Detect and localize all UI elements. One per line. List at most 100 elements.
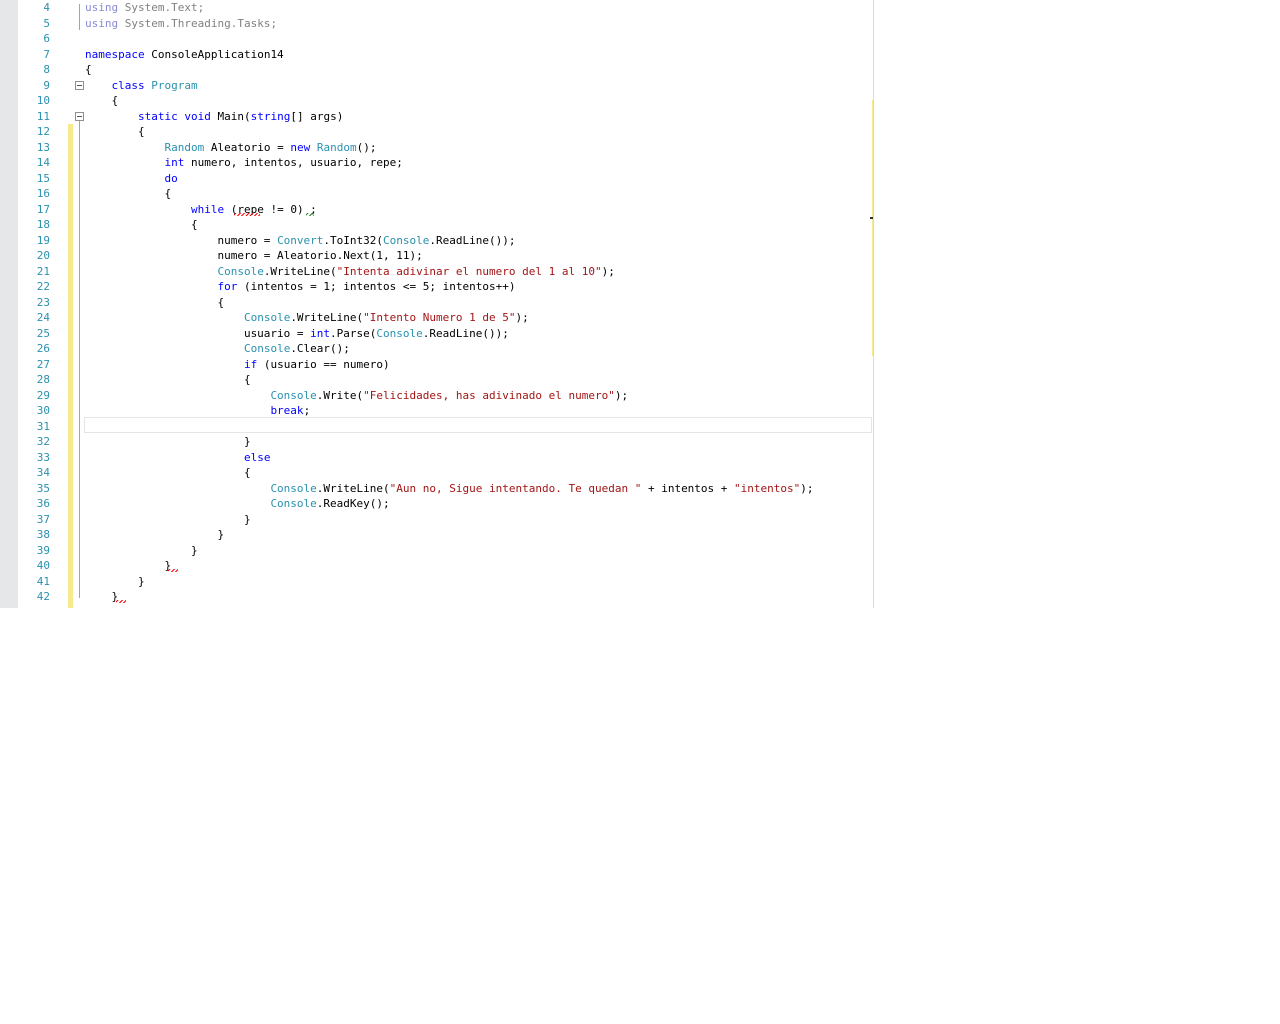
code-token: "intentos" [734, 481, 801, 495]
code-editor[interactable]: using System.Text; using System.Threading… [0, 0, 874, 608]
line-number: 9 [43, 78, 50, 92]
code-line[interactable]: } [85, 589, 118, 605]
code-token: int [310, 326, 331, 340]
code-line[interactable]: } [85, 543, 198, 559]
code-token: Random [316, 140, 357, 154]
code-token: class [111, 78, 145, 92]
outline-guide [79, 4, 80, 30]
code-line[interactable]: while (repe != 0) ; [85, 202, 317, 218]
code-token: { [85, 125, 145, 138]
line-number: 26 [36, 342, 50, 355]
code-line[interactable]: } [85, 434, 251, 450]
code-token: Console [270, 497, 317, 510]
code-line[interactable]: Console.WriteLine("Intento Numero 1 de 5… [85, 310, 529, 326]
code-token: numero = [85, 233, 278, 247]
code-line[interactable]: { [85, 62, 92, 78]
code-line[interactable]: else [85, 450, 271, 466]
code-line[interactable]: using System.Threading.Tasks; [85, 16, 277, 32]
line-number: 39 [36, 543, 50, 557]
code-line[interactable]: numero = Aleatorio.Next(1, 11); [85, 248, 422, 264]
code-token: { [85, 94, 119, 107]
code-line[interactable]: using System.Text; [85, 0, 204, 16]
code-token: ); [800, 481, 814, 495]
collapse-class-icon[interactable] [75, 81, 84, 90]
code-token: do [164, 171, 178, 185]
code-line[interactable]: Console.Clear(); [85, 341, 350, 357]
code-line[interactable]: static void Main(string[] args) [85, 109, 343, 125]
line-number: 31 [36, 419, 50, 433]
code-token: Console [243, 311, 291, 324]
code-token: (intentos = 1; intentos <= 5; intentos++… [237, 280, 516, 293]
error-squiggle [116, 600, 126, 603]
code-line[interactable]: do [85, 171, 178, 187]
code-token: [] args) [290, 109, 344, 123]
code-token: else [243, 450, 271, 464]
code-line[interactable]: numero = Convert.ToInt32(Console.ReadLin… [85, 233, 515, 249]
code-token: Console [270, 481, 317, 495]
code-token: .ToInt32( [323, 233, 384, 247]
code-token: Convert [277, 233, 324, 247]
code-token: Aleatorio = [204, 140, 291, 154]
code-token: new [290, 140, 311, 154]
code-token: string [250, 109, 291, 123]
code-token: ConsoleApplication14 [144, 47, 284, 61]
code-token: } [85, 590, 119, 603]
code-line[interactable]: { [85, 93, 118, 109]
code-line[interactable]: Console.WriteLine("Intenta adivinar el n… [85, 264, 614, 280]
code-line[interactable]: { [85, 124, 145, 140]
code-line[interactable]: } [85, 558, 171, 574]
line-number: 12 [36, 125, 50, 138]
line-number: 35 [36, 481, 50, 495]
line-number: 38 [36, 528, 50, 541]
code-token: { [85, 187, 172, 200]
selection-margin[interactable] [0, 0, 18, 608]
code-line[interactable]: int numero, intentos, usuario, repe; [85, 155, 402, 171]
vertical-scrollbar[interactable] [873, 0, 874, 608]
code-line[interactable]: namespace ConsoleApplication14 [85, 47, 284, 63]
code-token: (); [356, 140, 377, 154]
code-token: "Intento Numero 1 de 5" [363, 311, 516, 324]
warning-squiggle [306, 213, 314, 216]
code-line[interactable]: { [85, 465, 251, 481]
code-line[interactable]: } [85, 527, 224, 543]
line-number: 10 [36, 94, 50, 107]
code-token: { [85, 218, 198, 231]
code-line[interactable]: { [85, 295, 224, 311]
code-token: .WriteLine( [316, 481, 390, 495]
code-line[interactable]: Random Aleatorio = new Random(); [85, 140, 376, 156]
code-line[interactable]: { [85, 186, 171, 202]
code-line[interactable]: usuario = int.Parse(Console.ReadLine()); [85, 326, 509, 342]
code-line[interactable]: for (intentos = 1; intentos <= 5; intent… [85, 279, 515, 295]
line-number: 22 [36, 280, 50, 293]
code-token: } [85, 528, 225, 541]
code-token: Console [217, 264, 264, 278]
collapse-method-icon[interactable] [75, 112, 84, 121]
line-number: 33 [36, 450, 50, 464]
line-number: 15 [36, 171, 50, 185]
code-line[interactable]: { [85, 372, 251, 388]
code-token: break [270, 404, 304, 417]
code-line[interactable]: class Program [85, 78, 198, 94]
code-token: { [85, 466, 251, 479]
code-line[interactable]: Console.Write("Felicidades, has adivinad… [85, 388, 628, 404]
code-token: usuario = [85, 326, 311, 340]
code-line[interactable]: Console.WriteLine("Aun no, Sigue intenta… [85, 481, 814, 497]
code-line[interactable]: Console.ReadKey(); [85, 496, 389, 512]
line-number: 42 [36, 590, 50, 603]
error-squiggle [234, 213, 260, 216]
code-token: using [85, 1, 119, 14]
code-token: (usuario == numero) [257, 357, 390, 371]
code-line[interactable]: } [85, 512, 251, 528]
code-line[interactable]: break; [85, 403, 310, 419]
code-line[interactable]: { [85, 217, 198, 233]
code-line[interactable]: } [85, 574, 145, 590]
code-token: } [85, 543, 198, 557]
code-line[interactable]: if (usuario == numero) [85, 357, 390, 373]
